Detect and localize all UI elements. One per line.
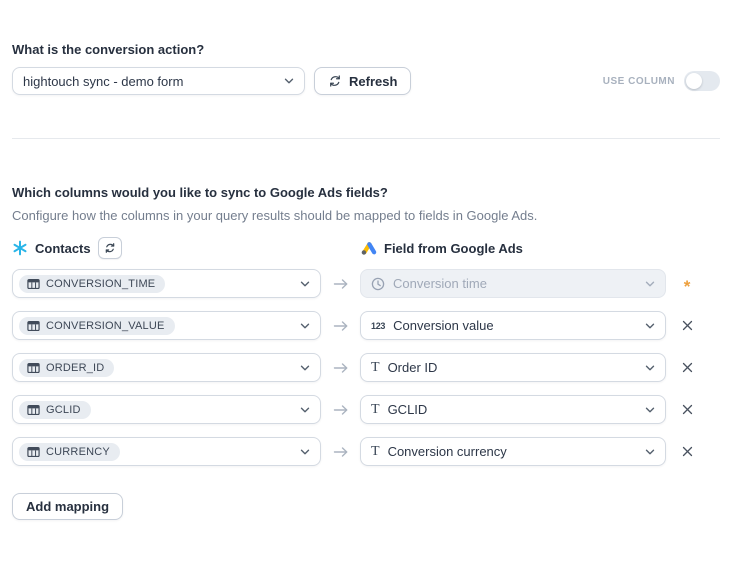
destination-field-header: Field from Google Ads — [360, 241, 666, 256]
chevron-down-icon — [299, 362, 311, 374]
column-name: CONVERSION_TIME — [46, 278, 155, 290]
conversion-action-select[interactable]: hightouch sync - demo form — [12, 67, 305, 95]
destination-field-select[interactable]: 123 T GCLID — [360, 395, 666, 424]
close-icon — [682, 320, 693, 331]
column-name: CONVERSION_VALUE — [46, 320, 165, 332]
snowflake-icon — [12, 240, 28, 256]
arrow-right-icon — [333, 361, 349, 375]
destination-name: Field from Google Ads — [384, 241, 523, 256]
source-name: Contacts — [35, 241, 91, 256]
conversion-action-label: What is the conversion action? — [12, 42, 720, 57]
clock-icon — [371, 277, 385, 291]
column-badge: CURRENCY — [19, 443, 120, 461]
column-badge: CONVERSION_TIME — [19, 275, 165, 293]
mapping-row: ORDER_ID 123 T Order ID — [12, 353, 720, 382]
text-icon: T — [371, 361, 380, 375]
refresh-label: Refresh — [349, 74, 397, 89]
destination-field-select[interactable]: 123 T Order ID — [360, 353, 666, 382]
chevron-down-icon — [299, 446, 311, 458]
table-icon — [27, 278, 40, 290]
chevron-down-icon — [299, 320, 311, 332]
source-column-header: Contacts — [12, 237, 321, 259]
refresh-columns-button[interactable] — [98, 237, 122, 259]
text-icon: T — [371, 403, 380, 417]
column-badge: CONVERSION_VALUE — [19, 317, 175, 335]
mapping-row: CURRENCY 123 T Conversion currency — [12, 437, 720, 466]
mapping-row: CONVERSION_VALUE 123 T Conversion value — [12, 311, 720, 340]
chevron-down-icon — [644, 362, 656, 374]
column-name: CURRENCY — [46, 446, 110, 458]
table-icon — [27, 362, 40, 374]
chevron-down-icon — [644, 446, 656, 458]
use-column-label: USE COLUMN — [603, 76, 675, 87]
field-name: Order ID — [388, 360, 438, 375]
close-icon — [682, 362, 693, 373]
source-column-select[interactable]: ORDER_ID — [12, 353, 321, 382]
arrow-right-icon — [333, 277, 349, 291]
conversion-action-controls: hightouch sync - demo form Refresh USE C… — [12, 67, 720, 95]
column-name: ORDER_ID — [46, 362, 104, 374]
refresh-icon — [328, 74, 342, 88]
add-mapping-label: Add mapping — [26, 499, 109, 514]
table-icon — [27, 404, 40, 416]
chevron-down-icon — [644, 404, 656, 416]
source-column-select[interactable]: CONVERSION_TIME — [12, 269, 321, 298]
source-column-select[interactable]: GCLID — [12, 395, 321, 424]
chevron-down-icon — [299, 278, 311, 290]
mapping-section-description: Configure how the columns in your query … — [12, 208, 720, 223]
source-column-select[interactable]: CONVERSION_VALUE — [12, 311, 321, 340]
column-badge: GCLID — [19, 401, 91, 419]
field-name: GCLID — [388, 402, 428, 417]
mapping-row: CONVERSION_TIME 123 T Conversion time — [12, 269, 720, 298]
column-badge: ORDER_ID — [19, 359, 114, 377]
source-column-select[interactable]: CURRENCY — [12, 437, 321, 466]
mapping-section-title: Which columns would you like to sync to … — [12, 185, 720, 200]
close-icon — [682, 404, 693, 415]
mapping-rows: CONVERSION_TIME 123 T Conversion time — [12, 269, 720, 466]
table-icon — [27, 320, 40, 332]
column-headers: Contacts Field from Google Ads — [12, 237, 720, 259]
close-icon — [682, 446, 693, 457]
remove-mapping-button[interactable] — [676, 441, 698, 463]
table-icon — [27, 446, 40, 458]
arrow-right-icon — [333, 403, 349, 417]
required-asterisk: * — [684, 275, 691, 292]
chevron-down-icon — [644, 278, 656, 290]
use-column-toggle[interactable] — [684, 71, 720, 91]
chevron-down-icon — [283, 75, 295, 87]
field-name: Conversion value — [393, 318, 493, 333]
number-icon: 123 — [371, 321, 385, 331]
arrow-right-icon — [333, 319, 349, 333]
google-ads-icon — [360, 241, 377, 256]
text-icon: T — [371, 445, 380, 459]
destination-field-select[interactable]: 123 T Conversion value — [360, 311, 666, 340]
field-name: Conversion currency — [388, 444, 507, 459]
mapping-row: GCLID 123 T GCLID — [12, 395, 720, 424]
conversion-action-value: hightouch sync - demo form — [23, 74, 183, 89]
arrow-right-icon — [333, 445, 349, 459]
toggle-knob — [686, 73, 702, 89]
remove-mapping-button[interactable] — [676, 357, 698, 379]
field-name: Conversion time — [393, 276, 487, 291]
remove-mapping-button[interactable] — [676, 315, 698, 337]
remove-mapping-button[interactable] — [676, 399, 698, 421]
column-name: GCLID — [46, 404, 81, 416]
destination-field-select[interactable]: 123 T Conversion currency — [360, 437, 666, 466]
chevron-down-icon — [299, 404, 311, 416]
chevron-down-icon — [644, 320, 656, 332]
section-divider — [12, 138, 720, 139]
destination-field-select: 123 T Conversion time — [360, 269, 666, 298]
add-mapping-button[interactable]: Add mapping — [12, 493, 123, 520]
refresh-button[interactable]: Refresh — [314, 67, 411, 95]
